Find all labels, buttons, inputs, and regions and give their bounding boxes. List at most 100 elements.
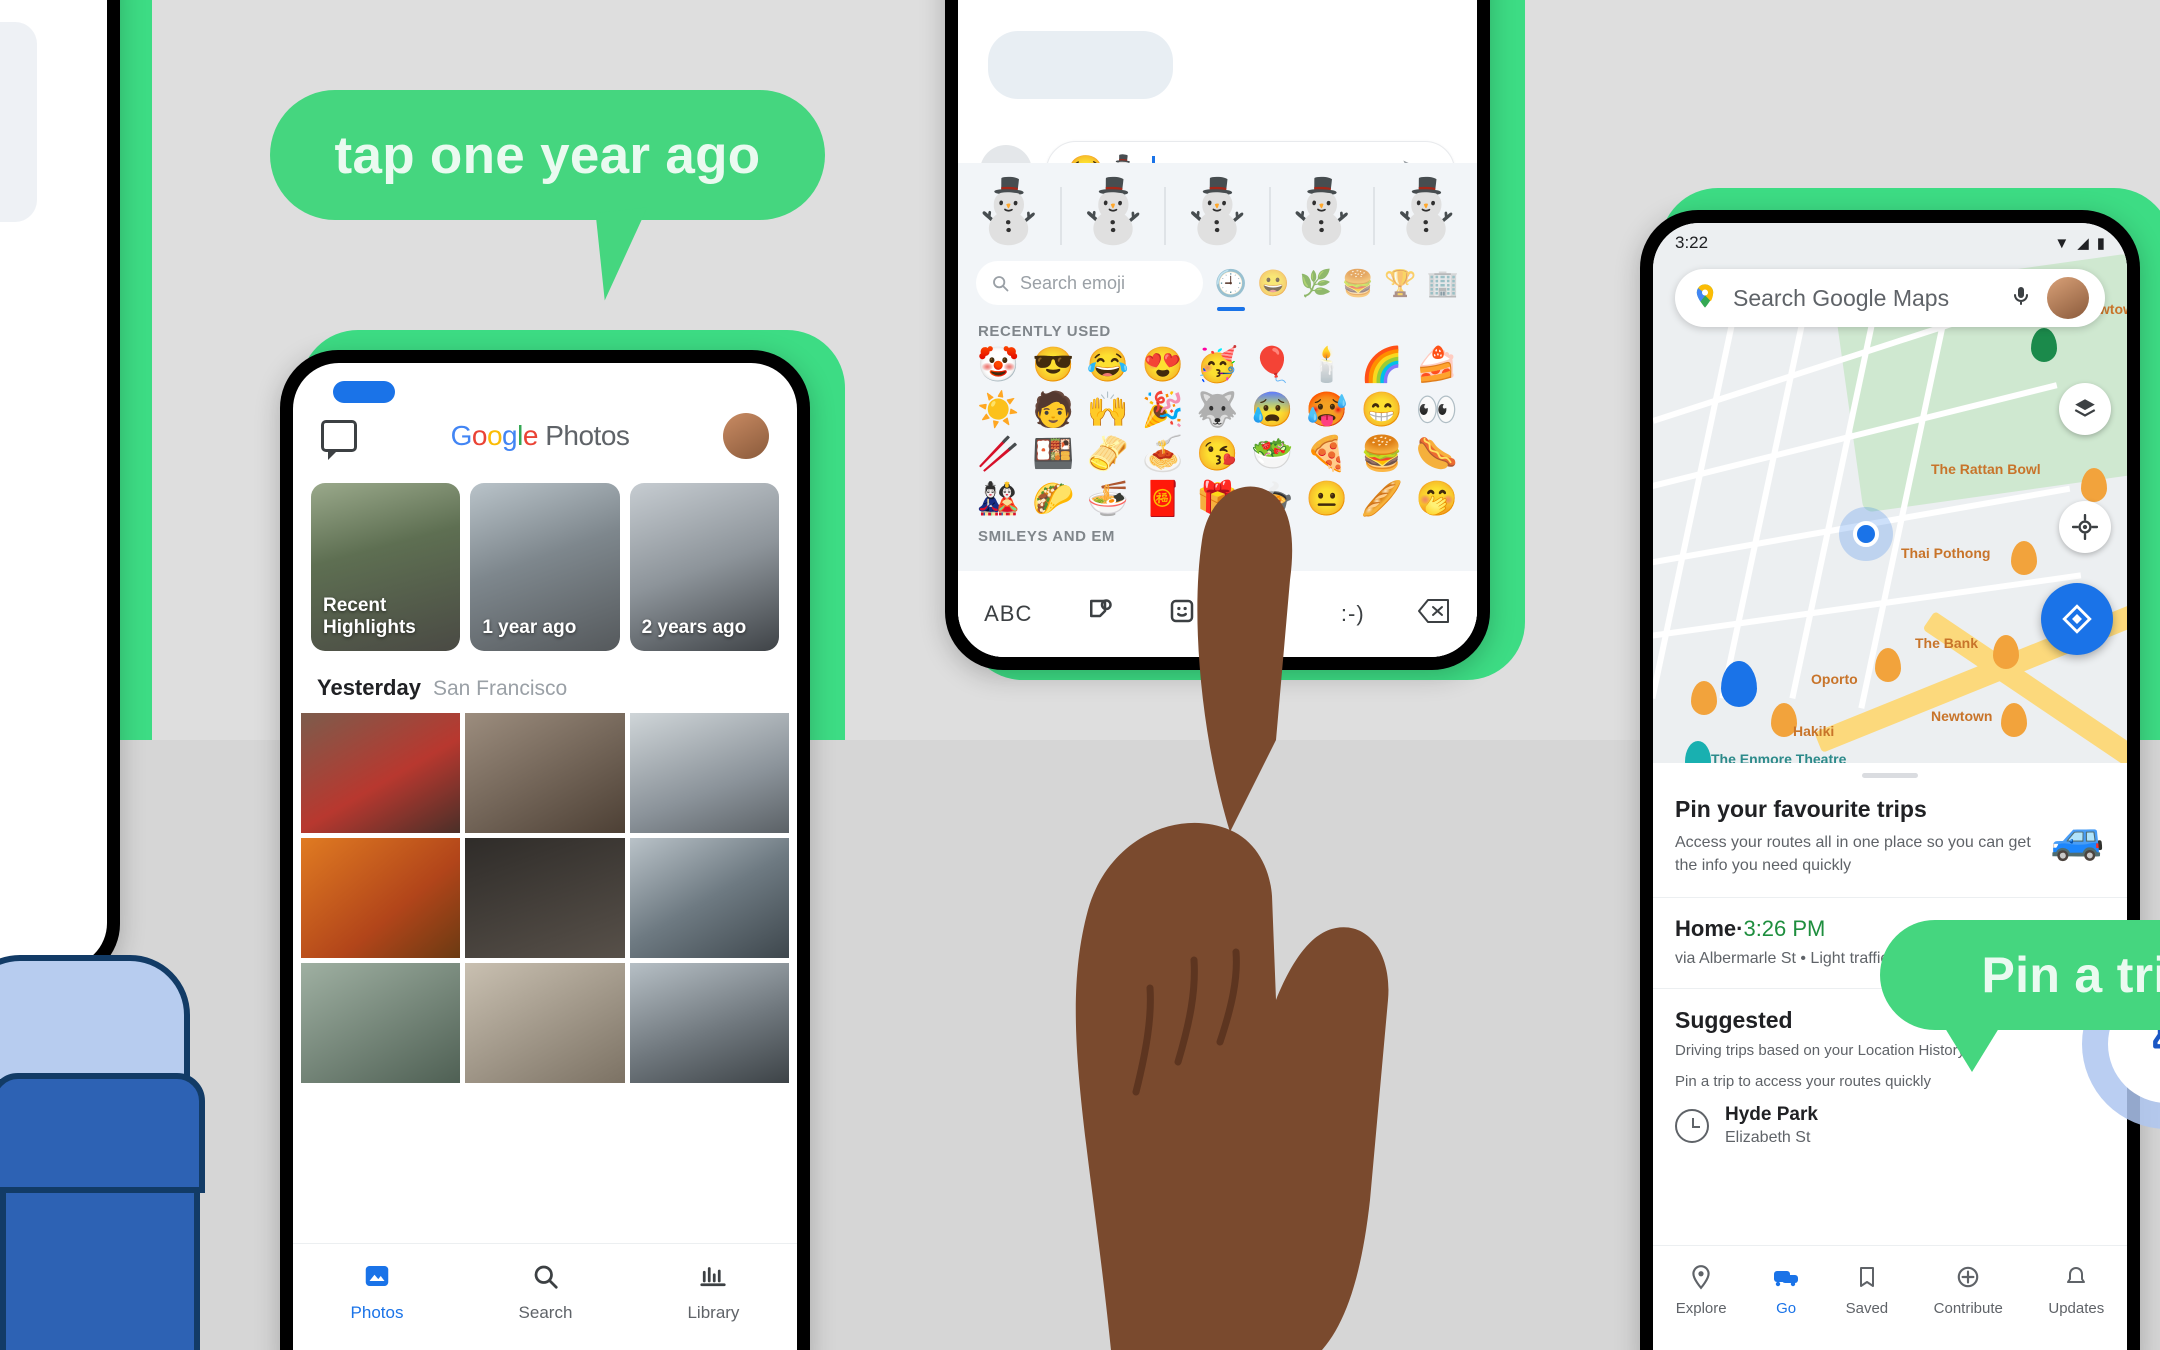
layers-icon[interactable] xyxy=(2059,383,2111,435)
chat-bubble-icon[interactable] xyxy=(321,420,357,460)
nav-label: Updates xyxy=(2048,1300,2105,1317)
photo-tile[interactable] xyxy=(301,963,461,1083)
highlight-card[interactable]: 2 years ago xyxy=(629,483,779,651)
mic-icon[interactable] xyxy=(2009,284,2033,313)
suggested-subtitle: Driving trips based on your Location His… xyxy=(1675,1042,1966,1060)
emoji-cell[interactable]: 🎉 xyxy=(1136,389,1189,432)
place-label: San Francisco xyxy=(432,677,568,700)
status-bar: 3:22 ▼ ◢ ▮ xyxy=(1653,223,2127,253)
emoji-category-row: 🕘 😀 🌿 🍔 🏆 🏢 xyxy=(1215,268,1459,311)
nav-item-explore[interactable]: Explore xyxy=(1676,1264,1727,1317)
emoji-suggestion[interactable]: ⛄ xyxy=(1075,181,1152,243)
photo-tile[interactable] xyxy=(301,713,461,833)
photo-grid xyxy=(293,713,797,1083)
photo-tile[interactable] xyxy=(465,838,625,958)
google-photos-phone: Google Photos Recent Highlights 1 year a… xyxy=(280,350,810,1350)
emoji-cell[interactable]: 🎈 xyxy=(1246,344,1299,387)
divider xyxy=(1060,187,1063,245)
clock-icon xyxy=(1675,1108,1709,1143)
map-pin[interactable] xyxy=(2001,703,2027,737)
highlight-card[interactable]: Recent Highlights xyxy=(311,483,461,651)
emoji-cell[interactable]: 🤡 xyxy=(972,344,1025,387)
day-header: Yesterday San Francisco xyxy=(293,651,797,713)
navigate-fab-icon[interactable] xyxy=(2041,583,2113,655)
map-pin[interactable] xyxy=(1685,741,1711,763)
promo-title: Pin your favourite trips xyxy=(1675,796,1927,822)
promo-card[interactable]: Pin your favourite trips Access your rou… xyxy=(1653,778,2127,899)
photo-tile[interactable] xyxy=(629,713,789,833)
map-pin[interactable] xyxy=(2031,328,2057,362)
emoji-suggestion[interactable]: ⛄ xyxy=(970,181,1047,243)
search-placeholder: Search Google Maps xyxy=(1733,284,1950,311)
food-icon[interactable]: 🍔 xyxy=(1342,268,1374,299)
travel-icon[interactable]: 🏢 xyxy=(1427,268,1459,299)
emoji-cell[interactable]: 🌈 xyxy=(1355,344,1408,387)
avatar[interactable] xyxy=(2047,277,2089,319)
map-pin[interactable] xyxy=(1993,635,2019,669)
divider xyxy=(1268,187,1271,245)
photo-tile[interactable] xyxy=(629,838,789,958)
photo-tile[interactable] xyxy=(465,713,625,833)
nav-label: Photos xyxy=(350,1302,404,1322)
highlight-card[interactable]: 1 year ago xyxy=(470,483,620,651)
battery-icon: ▮ xyxy=(2096,235,2105,252)
emoji-cell[interactable]: 🐺 xyxy=(1191,389,1244,432)
map-label: The Rattan Bowl xyxy=(1931,461,2041,477)
emoji-cell[interactable]: 😂 xyxy=(1082,344,1135,387)
emoji-cell[interactable]: 🥵 xyxy=(1301,389,1354,432)
highlight-card-label: 2 years ago xyxy=(641,617,747,639)
emoji-cell[interactable]: 😰 xyxy=(1246,389,1299,432)
map-pin[interactable] xyxy=(2011,541,2037,575)
search-emoji-input[interactable]: Search emoji xyxy=(976,261,1203,305)
explore-pin-icon xyxy=(1688,1264,1714,1294)
emoji-cell[interactable]: ☀️ xyxy=(972,389,1025,432)
recent-clock-icon[interactable]: 🕘 xyxy=(1215,268,1247,311)
nav-item-photos[interactable]: Photos xyxy=(350,1261,404,1323)
smiley-icon[interactable]: 😀 xyxy=(1257,268,1289,299)
photo-tile[interactable] xyxy=(465,963,625,1083)
map-pin[interactable] xyxy=(2081,468,2107,502)
highlight-card-label: 1 year ago xyxy=(482,617,577,639)
emoji-suggestion[interactable]: ⛄ xyxy=(1283,181,1360,243)
my-location-icon[interactable] xyxy=(2059,501,2111,553)
nav-item-library[interactable]: Library xyxy=(687,1261,739,1323)
photo-tile[interactable] xyxy=(629,963,789,1083)
emoji-cell[interactable]: 👀 xyxy=(1410,389,1463,432)
map-pin[interactable] xyxy=(1875,648,1901,682)
emoji-cell[interactable]: 🍰 xyxy=(1410,344,1463,387)
photos-icon xyxy=(362,1261,392,1296)
animals-icon[interactable]: 🌿 xyxy=(1300,268,1332,299)
map-label: Newtown xyxy=(1931,708,1993,724)
emoji-suggestion[interactable]: ⛄ xyxy=(1179,181,1256,243)
photos-screen: Google Photos Recent Highlights 1 year a… xyxy=(293,363,797,1350)
nav-item-saved[interactable]: Saved xyxy=(1846,1264,1888,1317)
map-pin-highlight[interactable] xyxy=(1721,661,1757,707)
search-input[interactable]: Search Google Maps xyxy=(1675,269,2105,327)
avatar[interactable] xyxy=(723,413,769,459)
emoji-cell[interactable]: 🧑 xyxy=(1027,389,1080,432)
maps-pin-icon xyxy=(1691,282,1719,315)
nav-item-updates[interactable]: Updates xyxy=(2048,1264,2104,1317)
pointing-hand-illustration xyxy=(940,440,1420,1350)
nav-item-search[interactable]: Search xyxy=(519,1261,572,1323)
nav-item-contribute[interactable]: Contribute xyxy=(1934,1264,2003,1317)
current-location-dot xyxy=(1853,521,1879,547)
emoji-cell[interactable]: 😁 xyxy=(1355,389,1408,432)
activity-icon[interactable]: 🏆 xyxy=(1384,268,1416,299)
photos-system-nav xyxy=(293,1339,797,1350)
emoji-cell[interactable]: 🕯️ xyxy=(1301,344,1354,387)
nav-item-go[interactable]: Go xyxy=(1772,1264,1800,1317)
emoji-cell[interactable]: 😍 xyxy=(1136,344,1189,387)
photo-tile[interactable] xyxy=(301,838,461,958)
left-phone-thumbnail[interactable] xyxy=(0,22,37,222)
place-row[interactable]: Hyde Park Elizabeth St xyxy=(1653,1090,2127,1147)
emoji-cell[interactable]: 🥳 xyxy=(1191,344,1244,387)
emoji-cell[interactable]: 😎 xyxy=(1027,344,1080,387)
blue-shape-2 xyxy=(0,1073,205,1193)
emoji-cell[interactable]: 🙌 xyxy=(1082,389,1135,432)
map-pin[interactable] xyxy=(1691,681,1717,715)
backspace-icon[interactable] xyxy=(1417,598,1451,631)
callout-text: tap one year ago xyxy=(334,125,761,185)
emoji-suggestion[interactable]: ⛄ xyxy=(1387,181,1464,243)
search-emoji-placeholder: Search emoji xyxy=(1020,272,1126,293)
